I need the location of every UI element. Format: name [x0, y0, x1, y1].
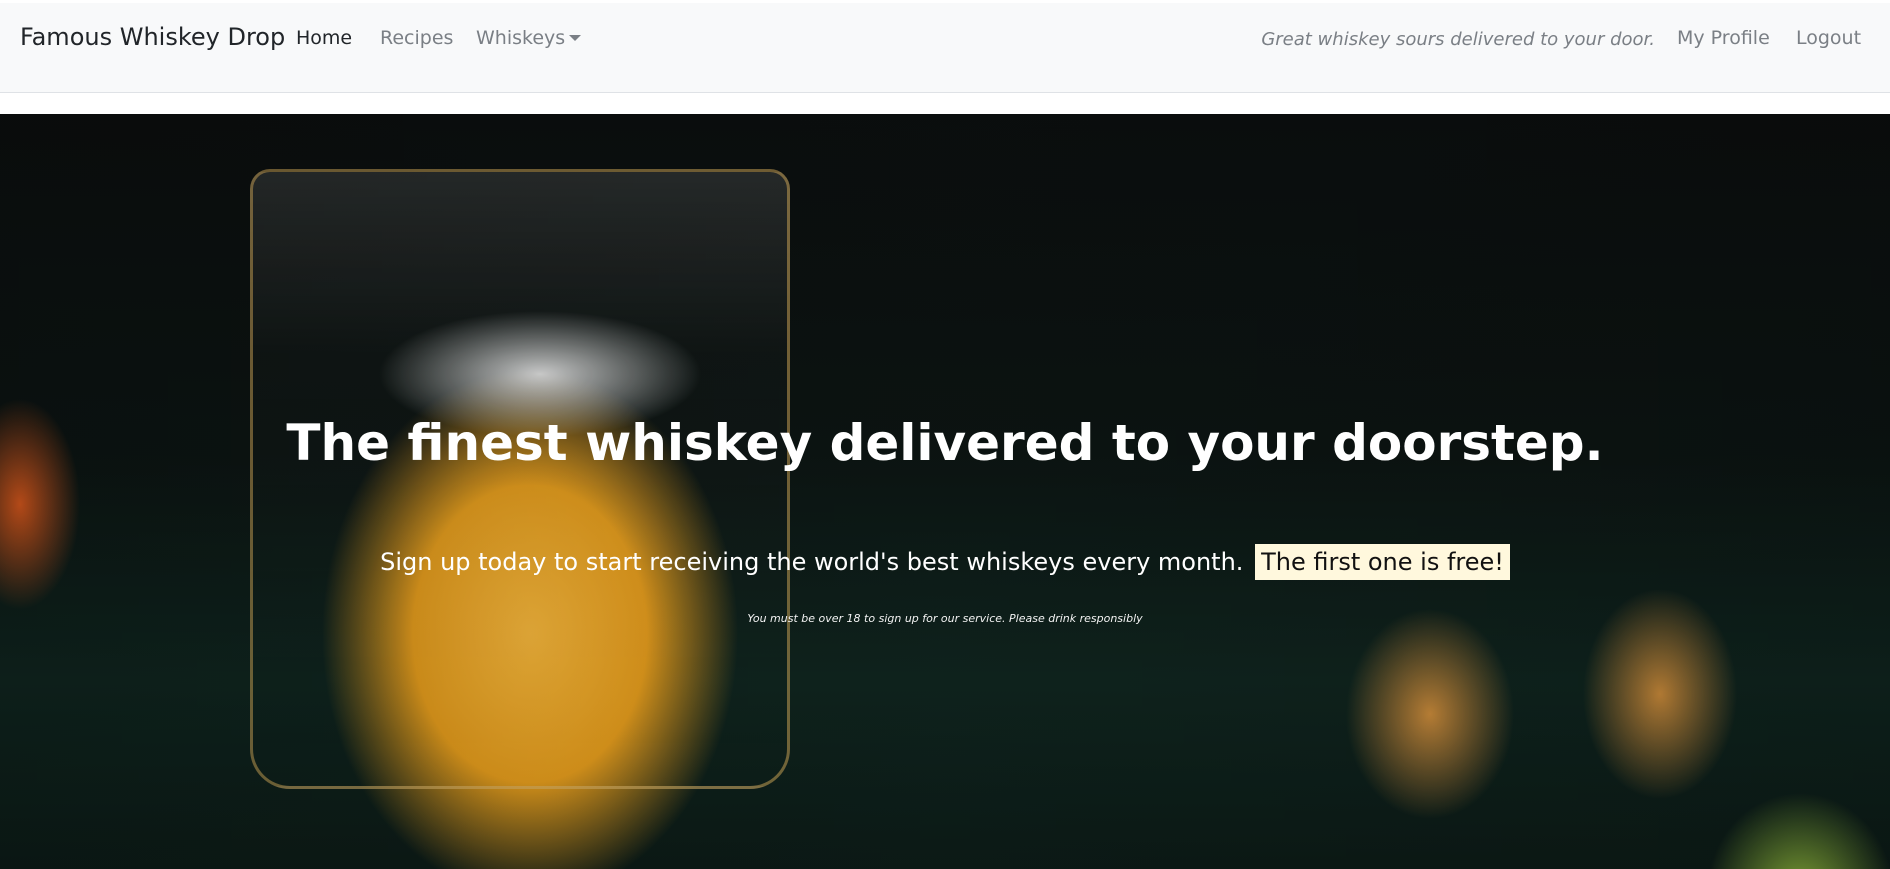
nav-recipes-link[interactable]: Recipes — [380, 27, 453, 49]
nav-whiskeys-dropdown[interactable]: Whiskeys — [476, 27, 582, 49]
age-disclaimer: You must be over 18 to sign up for our s… — [747, 612, 1143, 625]
free-offer-highlight: The first one is free! — [1255, 544, 1510, 580]
logout-link[interactable]: Logout — [1796, 27, 1861, 49]
chevron-down-icon — [569, 35, 582, 41]
nav-whiskeys-label: Whiskeys — [476, 27, 566, 49]
hero-subtitle: Sign up today to start receiving the wor… — [0, 544, 1890, 580]
hero-overlay — [0, 114, 1890, 869]
brand-logo-link[interactable]: Famous Whiskey Drop — [20, 23, 285, 51]
hero-subtitle-text: Sign up today to start receiving the wor… — [380, 548, 1244, 576]
top-navbar: Famous Whiskey Drop Home Recipes Whiskey… — [0, 3, 1890, 93]
nav-home-link[interactable]: Home — [296, 27, 352, 49]
hero-title: The finest whiskey delivered to your doo… — [286, 414, 1604, 472]
navbar-tagline: Great whiskey sours delivered to your do… — [1261, 29, 1655, 50]
hero-banner: The finest whiskey delivered to your doo… — [0, 114, 1890, 869]
my-profile-link[interactable]: My Profile — [1677, 27, 1770, 49]
